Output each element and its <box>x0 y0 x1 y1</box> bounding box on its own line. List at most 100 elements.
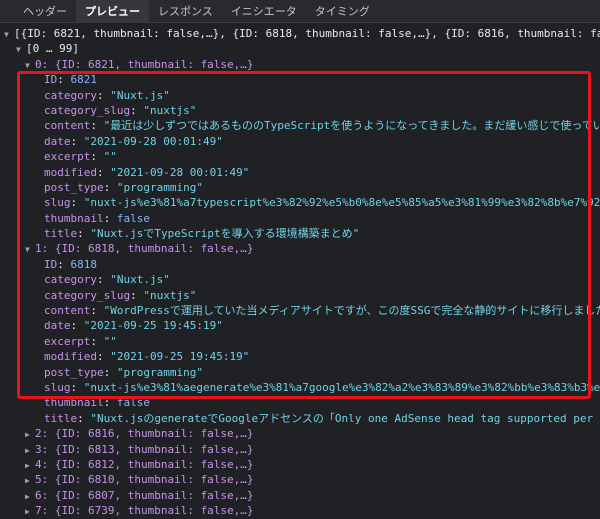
field-value: 6818 <box>70 257 98 271</box>
item1-field-category: category: "Nuxt.js" <box>0 272 600 287</box>
field-value: "nuxtjs" <box>143 288 197 302</box>
field-separator: : <box>96 165 111 179</box>
item1-field-date: date: "2021-09-25 19:45:19" <box>0 318 600 333</box>
field-key: category_slug <box>44 103 131 117</box>
field-key: title <box>44 227 78 241</box>
collapsed-item-row[interactable]: ▶ 5: {ID: 6810, thumbnail: false,…} <box>0 472 600 487</box>
field-separator: : <box>77 227 91 241</box>
field-key: category <box>44 88 97 102</box>
field-key: date <box>44 319 71 333</box>
field-key: category_slug <box>44 288 131 302</box>
range-group-row[interactable]: ▼ [0 … 99] <box>0 41 600 56</box>
tab-initiator[interactable]: イニシエータ <box>222 0 306 22</box>
field-value: false <box>116 396 150 410</box>
field-separator: : <box>90 334 104 348</box>
root-array-row[interactable]: ▼ [{ID: 6821, thumbnail: false,…}, {ID: 6… <box>0 26 600 41</box>
field-key: excerpt <box>44 334 91 348</box>
item0-field-thumbnail: thumbnail: false <box>0 211 600 226</box>
field-value: "" <box>103 334 117 348</box>
expanded-triangle-icon[interactable]: ▼ <box>4 27 14 41</box>
field-value: "Nuxt.jsのgenerateでGoogleアドセンスの「Only one … <box>90 411 600 425</box>
collapsed-item-label: 3: {ID: 6813, thumbnail: false,…} <box>35 442 254 456</box>
item-1-header: 1: {ID: 6818, thumbnail: false,…} <box>35 242 254 256</box>
field-separator: : <box>130 103 144 117</box>
item0-field-category: category: "Nuxt.js" <box>0 88 600 103</box>
item0-field-content: content: "最近は少しずつではあるもののTypeScriptを使うように… <box>0 118 600 133</box>
collapsed-item-label: 5: {ID: 6810, thumbnail: false,…} <box>35 473 254 487</box>
item0-field-post-type: post_type: "programming" <box>0 180 600 195</box>
item1-field-excerpt: excerpt: "" <box>0 334 600 349</box>
field-value: "nuxtjs" <box>143 103 197 117</box>
collapsed-triangle-icon[interactable]: ▶ <box>25 458 35 472</box>
field-separator: : <box>57 257 71 271</box>
field-key: title <box>44 411 78 425</box>
collapsed-item-row[interactable]: ▶ 7: {ID: 6739, thumbnail: false,…} <box>0 503 600 518</box>
field-separator: : <box>70 134 84 148</box>
expanded-triangle-icon[interactable]: ▼ <box>16 42 26 56</box>
item-0-fields: ID: 6821 category: "Nuxt.js" category_slug… <box>0 72 600 241</box>
collapsed-item-row[interactable]: ▶ 6: {ID: 6807, thumbnail: false,…} <box>0 488 600 503</box>
field-value: "2021-09-25 19:45:19" <box>110 350 250 364</box>
field-separator: : <box>70 380 84 394</box>
field-key: content <box>44 304 91 318</box>
field-value: 6821 <box>70 73 98 87</box>
collapsed-triangle-icon[interactable]: ▶ <box>25 473 35 487</box>
item1-field-thumbnail: thumbnail: false <box>0 395 600 410</box>
field-key: slug <box>44 196 71 210</box>
field-value: "programming" <box>116 365 203 379</box>
field-separator: : <box>90 119 104 133</box>
tab-response[interactable]: レスポンス <box>149 0 222 22</box>
collapsed-triangle-icon[interactable]: ▶ <box>25 504 35 518</box>
field-value: "" <box>103 150 117 164</box>
field-key: post_type <box>44 180 104 194</box>
tab-timing[interactable]: タイミング <box>306 0 379 22</box>
collapsed-item-row[interactable]: ▶ 3: {ID: 6813, thumbnail: false,…} <box>0 442 600 457</box>
item1-field-modified: modified: "2021-09-25 19:45:19" <box>0 349 600 364</box>
field-separator: : <box>130 288 144 302</box>
item-0-row[interactable]: ▼ 0: {ID: 6821, thumbnail: false,…} <box>0 57 600 72</box>
field-separator: : <box>70 319 84 333</box>
collapsed-triangle-icon[interactable]: ▶ <box>25 489 35 503</box>
field-key: excerpt <box>44 150 91 164</box>
collapsed-triangle-icon[interactable]: ▶ <box>25 443 35 457</box>
tab-preview[interactable]: プレビュー <box>76 0 149 22</box>
field-separator: : <box>103 365 117 379</box>
item0-field-title: title: "Nuxt.jsでTypeScriptを導入する環境構築まとめ" <box>0 226 600 241</box>
field-separator: : <box>96 273 111 287</box>
field-value: "2021-09-28 00:01:49" <box>110 165 250 179</box>
field-separator: : <box>103 396 117 410</box>
collapsed-item-row[interactable]: ▶ 2: {ID: 6816, thumbnail: false,…} <box>0 426 600 441</box>
field-key: post_type <box>44 365 104 379</box>
tab-headers[interactable]: ヘッダー <box>14 0 76 22</box>
field-key: category <box>44 273 97 287</box>
item1-field-category-slug: category_slug: "nuxtjs" <box>0 288 600 303</box>
field-key: ID <box>44 257 58 271</box>
item0-field-excerpt: excerpt: "" <box>0 149 600 164</box>
collapsed-triangle-icon[interactable]: ▶ <box>25 427 35 441</box>
field-separator: : <box>96 350 111 364</box>
field-separator: : <box>57 73 71 87</box>
collapsed-item-row[interactable]: ▶ 4: {ID: 6812, thumbnail: false,…} <box>0 457 600 472</box>
field-value: "Nuxt.js" <box>110 88 170 102</box>
item1-field-title: title: "Nuxt.jsのgenerateでGoogleアドセンスの「On… <box>0 411 600 426</box>
field-value: "2021-09-25 19:45:19" <box>83 319 223 333</box>
collapsed-items: ▶ 2: {ID: 6816, thumbnail: false,…} ▶ 3: {I… <box>0 426 600 518</box>
field-key: date <box>44 134 71 148</box>
item0-field-id: ID: 6821 <box>0 72 600 87</box>
item1-field-id: ID: 6818 <box>0 257 600 272</box>
json-preview-tree: ▼ [{ID: 6821, thumbnail: false,…}, {ID: 6… <box>0 23 600 519</box>
field-separator: : <box>96 88 111 102</box>
item0-field-modified: modified: "2021-09-28 00:01:49" <box>0 165 600 180</box>
field-key: thumbnail <box>44 211 104 225</box>
expanded-triangle-icon[interactable]: ▼ <box>25 242 35 256</box>
item-1-row[interactable]: ▼ 1: {ID: 6818, thumbnail: false,…} <box>0 241 600 256</box>
item1-field-content: content: "WordPressで運用していた当メディアサイトですが、この… <box>0 303 600 318</box>
item-1-fields: ID: 6818 category: "Nuxt.js" category_slug… <box>0 257 600 426</box>
expanded-triangle-icon[interactable]: ▼ <box>25 58 35 72</box>
field-value: "nuxt-js%e3%81%aegenerate%e3%81%a7google… <box>83 380 600 394</box>
field-key: slug <box>44 380 71 394</box>
item0-field-date: date: "2021-09-28 00:01:49" <box>0 134 600 149</box>
item0-field-slug: slug: "nuxt-js%e3%81%a7typescript%e3%82%… <box>0 195 600 210</box>
field-value: "programming" <box>116 180 203 194</box>
field-value: "Nuxt.jsでTypeScriptを導入する環境構築まとめ" <box>90 227 360 241</box>
